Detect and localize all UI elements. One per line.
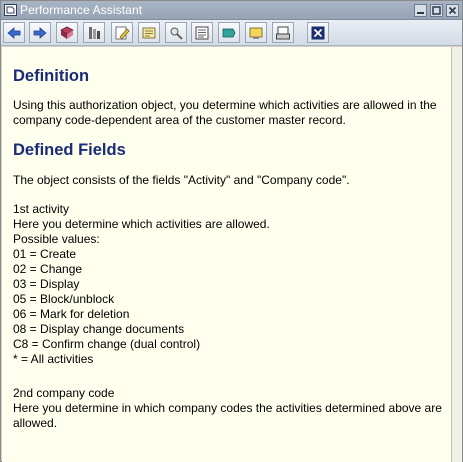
help-content-pane[interactable]: Definition Using this authorization obje… <box>2 47 451 462</box>
toolbar <box>1 20 462 46</box>
forward-button[interactable] <box>29 22 51 43</box>
edit-button[interactable] <box>111 22 133 43</box>
print-icon <box>276 26 290 39</box>
activity-value-item: 03 = Display <box>13 277 80 291</box>
activity-values-label: Possible values: <box>13 232 100 246</box>
definition-heading: Definition <box>13 67 90 85</box>
book-icon <box>60 26 74 39</box>
maximize-icon <box>432 6 441 15</box>
notes-icon <box>222 28 236 37</box>
sap-app-icon <box>4 4 17 16</box>
activity-title: 1st activity <box>13 202 70 216</box>
technical-info-icon <box>89 26 100 39</box>
activity-value-item: * = All activities <box>13 352 94 366</box>
activity-value-item: 08 = Display change documents <box>13 322 185 336</box>
minimize-icon <box>417 12 424 14</box>
close-button[interactable] <box>307 22 329 43</box>
activity-field-block: 1st activity Here you determine which ac… <box>13 202 451 367</box>
title-bar[interactable]: Performance Assistant <box>1 1 462 20</box>
defined-fields-heading: Defined Fields <box>13 141 126 159</box>
performance-assistant-window: Performance Assistant Definition Using t… <box>0 0 463 462</box>
window-close-button[interactable] <box>446 4 459 17</box>
company-code-field-block: 2nd company code Here you determine in w… <box>13 386 451 431</box>
activity-description: Here you determine which activities are … <box>13 217 270 231</box>
company-code-title: 2nd company code <box>13 386 115 400</box>
close-icon <box>311 26 325 39</box>
activity-value-item: 05 = Block/unblock <box>13 292 115 306</box>
arrow-right-icon <box>33 26 47 39</box>
vertical-scrollbar[interactable] <box>451 47 462 462</box>
window-title: Performance Assistant <box>20 3 143 17</box>
print-button[interactable] <box>272 22 294 43</box>
activity-value-item: 02 = Change <box>13 262 83 276</box>
activity-value-item: C8 = Confirm change (dual control) <box>13 337 201 351</box>
company-code-description: Here you determine in which company code… <box>13 401 442 430</box>
document-icon <box>195 26 209 39</box>
settings-button[interactable] <box>245 22 267 43</box>
settings-icon <box>249 27 263 39</box>
glossary-icon <box>142 27 156 38</box>
edit-pencil-icon <box>115 26 130 40</box>
notes-button[interactable] <box>218 22 240 43</box>
minimize-button[interactable] <box>414 4 427 17</box>
activity-value-item: 06 = Mark for deletion <box>13 307 130 321</box>
find-icon <box>170 27 183 40</box>
back-button[interactable] <box>3 22 25 43</box>
find-button[interactable] <box>165 22 187 43</box>
fields-intro-text: The object consists of the fields "Activ… <box>13 173 350 187</box>
glossary-button[interactable] <box>138 22 160 43</box>
definition-text: Using this authorization object, you det… <box>13 98 437 127</box>
close-icon <box>448 6 457 15</box>
maximize-button[interactable] <box>430 4 443 17</box>
book-button[interactable] <box>56 22 78 43</box>
arrow-left-icon <box>7 26 21 39</box>
document-button[interactable] <box>191 22 213 43</box>
technical-info-button[interactable] <box>83 22 105 43</box>
activity-value-item: 01 = Create <box>13 247 77 261</box>
